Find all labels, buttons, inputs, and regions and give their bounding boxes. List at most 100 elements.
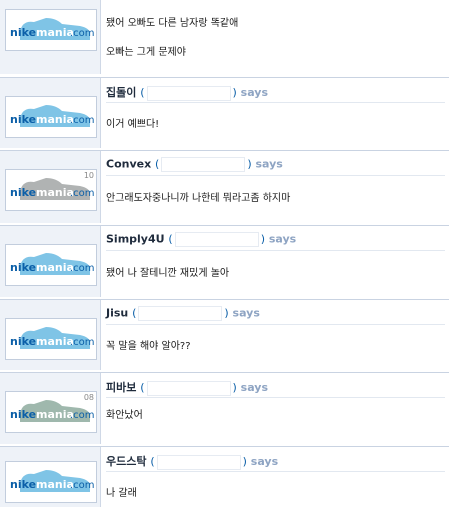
says-label: says — [240, 86, 269, 99]
comment-text: 이거 예쁘다! — [106, 119, 160, 130]
logo-brand-middle: mania — [36, 478, 74, 491]
comment-item: nike mania .com 집돌이 () says 이거 예쁘다! — [0, 77, 449, 148]
ip-close-paren: ) — [232, 381, 237, 394]
comment-text: 됐어 나 잘테니깐 재밌게 놀아 — [106, 268, 230, 279]
logo-brand-suffix: .com — [70, 115, 95, 126]
author-name[interactable]: Simply4U — [106, 233, 165, 246]
ip-open-paren: ( — [140, 381, 145, 394]
divider — [106, 471, 445, 472]
comment-text: 화안났어 — [106, 410, 143, 421]
author-name[interactable]: 집돌이 — [106, 86, 136, 99]
logo-brand-middle: mania — [36, 408, 74, 421]
comment-content: 우드스탁 () says 나 갈래 — [106, 447, 445, 507]
avatar-badge: 10 — [83, 171, 94, 180]
ip-mask — [156, 454, 241, 470]
comment-item: nike mania .com 08 피바보 () says 화안났어 — [0, 372, 449, 444]
logo-brand-middle: mania — [36, 26, 74, 39]
avatar-column: nike mania .com 10 — [0, 151, 101, 223]
logo-brand-prefix: nike — [10, 113, 36, 126]
avatar-column: nike mania .com — [0, 300, 101, 370]
comment-content: Convex () says 안그래도자중나니까 나한테 뭐라고좀 하지마 — [106, 151, 445, 223]
comment-header: 우드스탁 () says — [106, 453, 278, 470]
avatar[interactable]: nike mania .com — [5, 244, 97, 286]
logo-brand-suffix: .com — [70, 480, 95, 491]
avatar-column: nike mania .com — [0, 0, 101, 74]
logo-brand-suffix: .com — [70, 188, 95, 199]
ip-close-paren: ) — [242, 455, 247, 468]
logo-brand-prefix: nike — [10, 408, 36, 421]
comment-header: 피바보 () says — [106, 379, 268, 396]
comment-text: 됐어 오빠도 다른 남자랑 똑같애 — [106, 18, 239, 29]
nikemania-logo-icon: nike mania .com — [10, 400, 95, 422]
says-label: says — [232, 306, 260, 320]
avatar-column: nike mania .com — [0, 447, 101, 507]
comment-item: nike mania .com Jisu () says 꼭 말을 해야 알아?… — [0, 299, 449, 370]
says-label: says — [255, 157, 283, 171]
says-label: says — [268, 232, 297, 246]
nikemania-logo-icon: nike mania .com — [10, 105, 95, 127]
author-name[interactable]: Convex — [106, 158, 151, 171]
logo-brand-prefix: nike — [10, 261, 36, 274]
nikemania-logo-icon: nike mania .com — [10, 253, 95, 275]
ip-open-paren: ( — [155, 157, 160, 171]
nikemania-logo-icon: nike mania .com — [10, 178, 95, 200]
ip-close-paren: ) — [224, 306, 229, 320]
avatar[interactable]: nike mania .com 10 — [5, 169, 97, 211]
avatar-column: nike mania .com 08 — [0, 373, 101, 444]
avatar[interactable]: nike mania .com 08 — [5, 391, 97, 433]
divider — [106, 250, 445, 251]
comment-header: 집돌이 () says — [106, 84, 268, 101]
comment-item: nike mania .com 됐어 오빠도 다른 남자랑 똑같애 오빠는 그게… — [0, 0, 449, 74]
says-label: says — [240, 381, 269, 394]
logo-brand-middle: mania — [36, 261, 74, 274]
comment-header: Jisu () says — [106, 306, 260, 321]
avatar[interactable]: nike mania .com — [5, 461, 97, 503]
ip-mask — [146, 85, 231, 101]
ip-open-paren: ( — [132, 306, 137, 320]
comment-text: 꼭 말을 해야 알아?? — [106, 341, 191, 352]
avatar[interactable]: nike mania .com — [5, 96, 97, 138]
logo-brand-prefix: nike — [10, 478, 36, 491]
ip-mask — [138, 306, 223, 321]
nikemania-logo-icon: nike mania .com — [10, 18, 95, 40]
divider — [106, 102, 445, 103]
comment-content: Jisu () says 꼭 말을 해야 알아?? — [106, 300, 445, 370]
comment-text: 나 갈래 — [106, 488, 137, 499]
ip-close-paren: ) — [247, 157, 252, 171]
author-name[interactable]: 우드스탁 — [106, 455, 146, 468]
comment-text: 오빠는 그게 문제야 — [106, 47, 186, 58]
logo-brand-middle: mania — [36, 113, 74, 126]
nikemania-logo-icon: nike mania .com — [10, 470, 95, 492]
comment-text: 안그래도자중나니까 나한테 뭐라고좀 하지마 — [106, 193, 291, 204]
comment-header: Simply4U () says — [106, 232, 296, 247]
comment-content: 피바보 () says 화안났어 — [106, 373, 445, 444]
ip-mask — [174, 232, 259, 247]
ip-open-paren: ( — [140, 86, 145, 99]
logo-brand-middle: mania — [36, 335, 74, 348]
says-label: says — [250, 455, 279, 468]
author-name[interactable]: Jisu — [106, 307, 128, 320]
divider — [106, 397, 445, 398]
comment-content: 집돌이 () says 이거 예쁘다! — [106, 78, 445, 148]
avatar-column: nike mania .com — [0, 78, 101, 148]
nikemania-logo-icon: nike mania .com — [10, 327, 95, 349]
comment-item: nike mania .com Simply4U () says 됐어 나 잘테… — [0, 225, 449, 297]
comment-content: 됐어 오빠도 다른 남자랑 똑같애 오빠는 그게 문제야 — [106, 0, 445, 74]
avatar[interactable]: nike mania .com — [5, 9, 97, 51]
logo-brand-suffix: .com — [70, 263, 95, 274]
ip-close-paren: ) — [260, 232, 265, 246]
comment-item: nike mania .com 10 Convex () says 안그래도자중… — [0, 150, 449, 223]
logo-brand-middle: mania — [36, 186, 74, 199]
author-name[interactable]: 피바보 — [106, 381, 136, 394]
ip-mask — [161, 157, 246, 172]
avatar-badge: 08 — [83, 393, 94, 402]
ip-open-paren: ( — [150, 455, 155, 468]
comment-header: Convex () says — [106, 157, 283, 172]
divider — [106, 175, 445, 176]
logo-brand-suffix: .com — [70, 337, 95, 348]
comment-content: Simply4U () says 됐어 나 잘테니깐 재밌게 놀아 — [106, 226, 445, 297]
ip-open-paren: ( — [168, 232, 173, 246]
ip-mask — [146, 380, 231, 396]
divider — [106, 324, 445, 325]
avatar[interactable]: nike mania .com — [5, 318, 97, 360]
